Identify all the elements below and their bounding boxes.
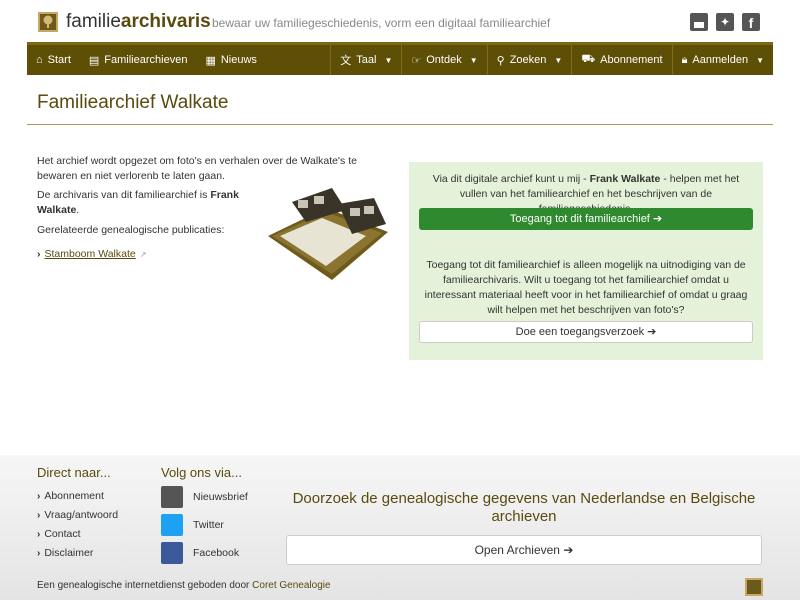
brand-part-2: archivaris (120, 11, 211, 32)
site-footer (0, 455, 800, 600)
nav-abonnement[interactable]: ⛟ Abonnement (572, 45, 671, 75)
lock-icon: 🔒︎ (681, 53, 688, 66)
panel-intro-prefix: Via dit digitale archief kunt u mij - (432, 173, 590, 185)
chevron-down-icon: ▼ (384, 55, 393, 65)
brand-name[interactable]: familiearchivaris (66, 11, 211, 33)
nav-abonnement-label: Abonnement (600, 54, 663, 66)
tree-logo-icon[interactable] (38, 12, 58, 32)
footer-link-abonnement[interactable]: › Abonnement (37, 490, 104, 502)
chevron-right-icon: › (37, 509, 41, 521)
footer-link-vraag-antwoord[interactable]: › Vraag/antwoord (37, 509, 118, 521)
hand-icon: ☞ (411, 54, 422, 67)
tagline: bewaar uw familiegeschiedenis, vorm een … (212, 16, 551, 30)
chevron-right-icon: › (37, 248, 41, 260)
footer-link-label: Contact (44, 528, 81, 540)
site-header: familiearchivaris bewaar uw familiegesch… (0, 0, 800, 42)
archives-search-title: Doorzoek de genealogische gegevens van N… (292, 490, 756, 525)
stamboom-link[interactable]: Stamboom Walkate (45, 248, 136, 260)
publications-label: Gerelateerde genealogische publicaties: (37, 224, 225, 236)
newsletter-icon (161, 486, 183, 508)
access-request-label: Doe een toegangsverzoek (515, 326, 645, 338)
cart-icon: ⛟ (581, 53, 596, 65)
page-title: Familiearchief Walkate (37, 92, 229, 113)
arrow-circle-right-icon: ➔ (652, 213, 663, 225)
brand-part-1: familie (66, 11, 121, 32)
chevron-right-icon: › (37, 528, 41, 540)
language-icon: 文 (340, 55, 352, 67)
nav-nieuws-label: Nieuws (220, 54, 257, 66)
stamboom-link-row: › Stamboom Walkate ↗ (37, 248, 146, 260)
archive-box-image (268, 188, 388, 280)
archivist-prefix: De archivaris van dit familiearchief is (37, 189, 211, 201)
access-archive-button[interactable]: Toegang tot dit familiearchief ➔ (419, 208, 753, 230)
archivist-text: De archivaris van dit familiearchief is … (37, 188, 242, 218)
open-archieven-button[interactable]: Open Archieven ➔ (286, 535, 762, 565)
print-icon[interactable] (690, 13, 708, 31)
access-panel: Via dit digitale archief kunt u mij - Fr… (409, 162, 763, 360)
direct-heading: Direct naar... (37, 465, 111, 480)
chevron-down-icon: ▼ (756, 55, 764, 65)
follow-nieuwsbrief[interactable]: Nieuwsbrief (161, 486, 248, 508)
panel-access-info: Toegang tot dit familiearchief is alleen… (424, 259, 748, 316)
tree-logo-icon[interactable] (745, 578, 763, 596)
chevron-right-icon: › (37, 490, 41, 502)
footer-link-label: Vraag/antwoord (44, 509, 119, 521)
nav-taal[interactable]: 文 Taal ▼ (331, 45, 401, 75)
archivist-suffix: . (76, 204, 80, 216)
main-nav: ⌂ Start ▤ Familiearchieven ▦ Nieuws 文 Taal ▼ … (27, 42, 773, 75)
arrow-circle-right-icon: ➔ (647, 326, 657, 338)
follow-heading: Volg ons via... (161, 465, 242, 480)
facebook-icon[interactable]: f (742, 13, 760, 31)
credit-line: Een genealogische internetdienst geboden… (37, 580, 331, 591)
chevron-right-icon: › (37, 547, 41, 559)
chevron-down-icon: ▼ (554, 55, 563, 65)
home-icon: ⌂ (36, 54, 43, 66)
follow-label: Facebook (193, 547, 240, 559)
follow-facebook[interactable]: Facebook (161, 542, 239, 564)
title-divider (27, 124, 773, 125)
facebook-icon (161, 542, 183, 564)
nav-zoeken-label: Zoeken (509, 54, 547, 66)
access-archive-label: Toegang tot dit familiearchief (509, 213, 650, 225)
coret-genealogie-link[interactable]: Coret Genealogie (252, 580, 330, 591)
nav-taal-label: Taal (356, 54, 377, 66)
footer-link-contact[interactable]: › Contact (37, 528, 81, 540)
nav-ontdek[interactable]: ☞ Ontdek ▼ (402, 45, 486, 75)
panel-archivist-name: Frank Walkate (589, 173, 661, 185)
footer-link-label: Disclaimer (44, 547, 94, 559)
top-icons: ✦ f (690, 13, 760, 31)
nav-start[interactable]: ⌂ Start (27, 45, 80, 75)
nav-aanmelden[interactable]: 🔒︎ Aanmelden ▼ (673, 45, 773, 75)
newspaper-icon: ▦ (205, 54, 216, 67)
arrow-circle-right-icon: ➔ (563, 543, 574, 557)
footer-link-disclaimer[interactable]: › Disclaimer (37, 547, 93, 559)
nav-familiearchieven[interactable]: ▤ Familiearchieven (80, 45, 197, 75)
nav-familiearchieven-label: Familiearchieven (104, 54, 188, 66)
nav-aanmelden-label: Aanmelden (692, 54, 749, 66)
search-icon: ⚲ (496, 54, 505, 67)
twitter-icon[interactable]: ✦ (716, 13, 734, 31)
twitter-icon (161, 514, 183, 536)
access-request-button[interactable]: Doe een toegangsverzoek ➔ (419, 321, 753, 343)
follow-label: Nieuwsbrief (193, 491, 248, 503)
nav-start-label: Start (47, 54, 71, 66)
nav-zoeken[interactable]: ⚲ Zoeken ▼ (488, 45, 572, 75)
footer-link-label: Abonnement (44, 490, 104, 502)
follow-label: Twitter (193, 519, 224, 531)
nav-ontdek-label: Ontdek (426, 54, 462, 66)
nav-nieuws[interactable]: ▦ Nieuws (196, 45, 265, 75)
credit-prefix: Een genealogische internetdienst geboden… (37, 580, 253, 591)
chevron-down-icon: ▼ (469, 55, 478, 65)
book-icon: ▤ (88, 54, 100, 67)
external-link-icon: ↗ (139, 249, 147, 259)
open-archieven-label: Open Archieven (474, 543, 560, 557)
follow-twitter[interactable]: Twitter (161, 514, 224, 536)
